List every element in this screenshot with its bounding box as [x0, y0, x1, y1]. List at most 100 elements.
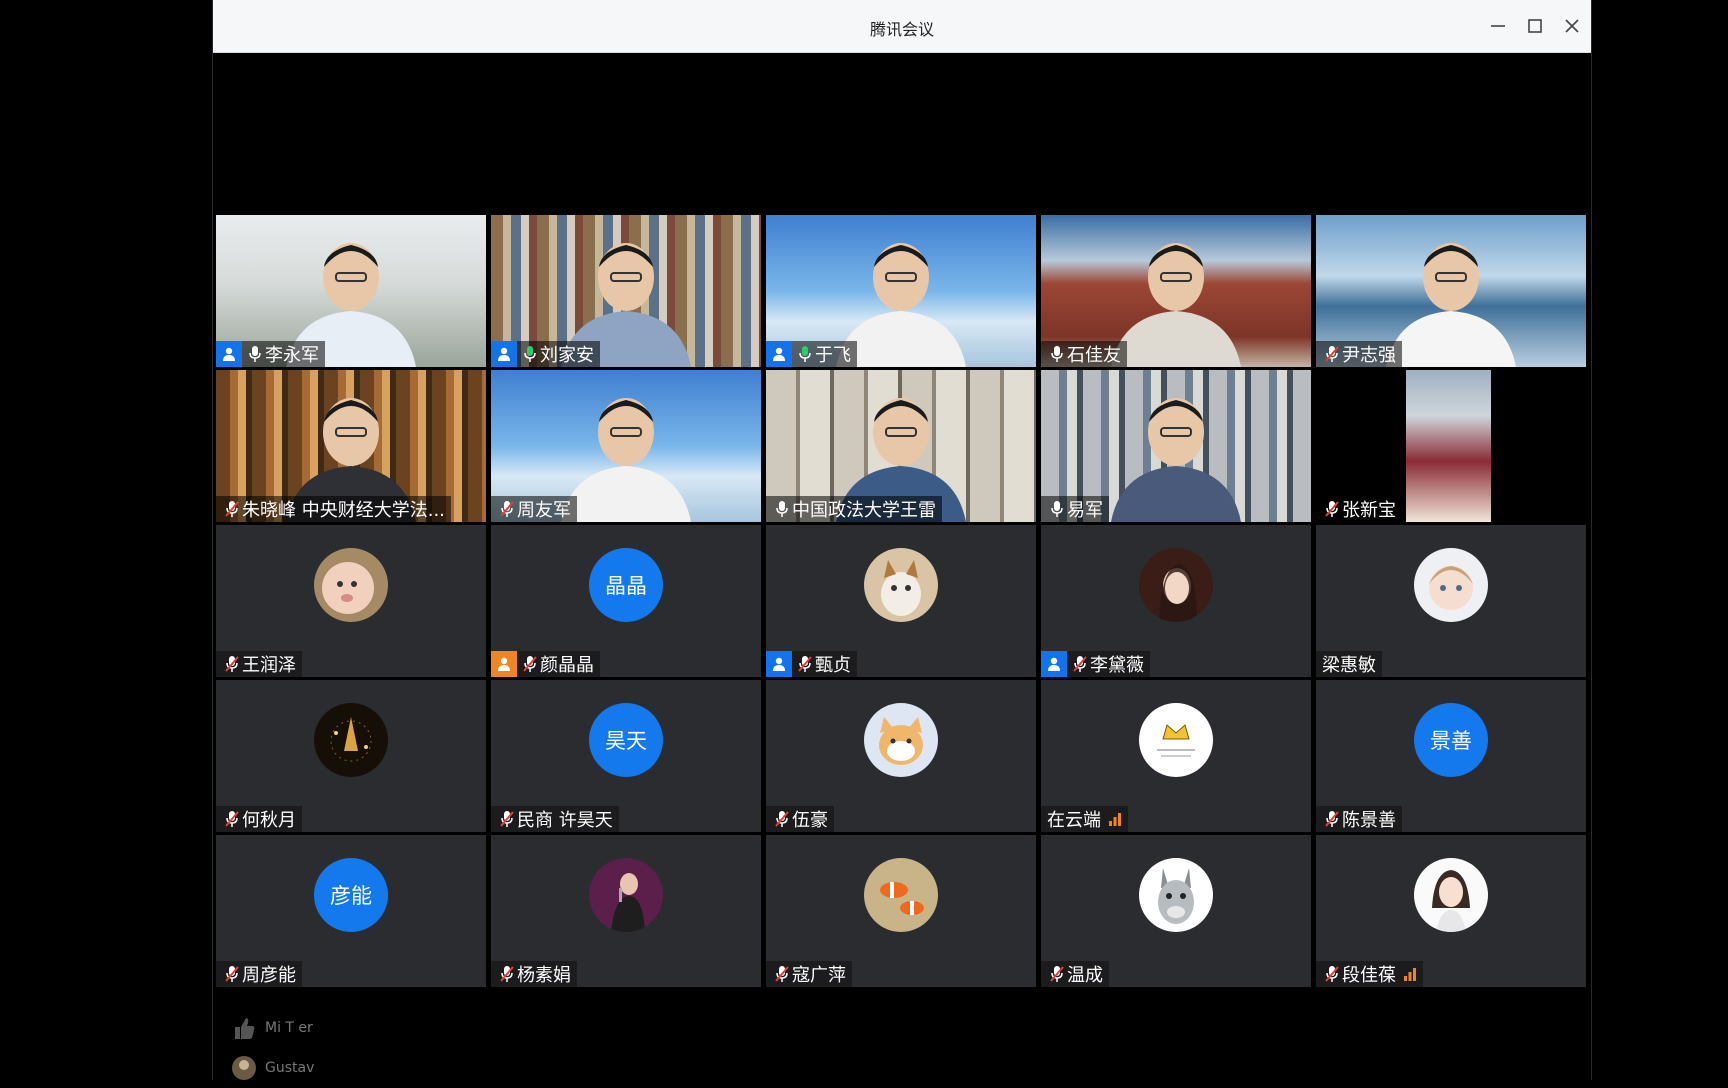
avatar [314, 548, 388, 622]
close-button[interactable] [1561, 15, 1583, 37]
name-label-bar: 李黛薇 [1041, 651, 1150, 677]
participant-name: 王润泽 [242, 655, 296, 676]
participant-name: 张新宝 [1342, 500, 1396, 521]
mic-muted-icon [798, 655, 812, 673]
participant-video [1406, 370, 1491, 522]
name-label-bar: 何秋月 [216, 806, 302, 832]
participant-tile[interactable]: 晶晶颜晶晶 [491, 525, 761, 677]
participant-name: 寇广萍 [792, 965, 846, 986]
participant-tile[interactable]: 何秋月 [216, 680, 486, 832]
participant-tile[interactable]: 中国政法大学王雷 [766, 370, 1036, 522]
host-badge-icon [216, 341, 242, 367]
chat-item: Gustav [231, 1048, 631, 1088]
chat-overlay: Mi T er Gustav [231, 1008, 631, 1088]
mic-muted-icon [500, 810, 514, 828]
name-label-bar: 易军 [1041, 496, 1109, 522]
participant-name: 颜晶晶 [540, 655, 594, 676]
singer-avatar-icon [589, 858, 663, 932]
participant-name: 何秋月 [242, 810, 296, 831]
participant-name: 杨素娟 [517, 965, 571, 986]
participant-tile[interactable]: 尹志强 [1316, 215, 1586, 367]
donkey-avatar-icon [1139, 858, 1213, 932]
avatar-icon [231, 1055, 257, 1081]
participant-tile[interactable]: 杨素娟 [491, 835, 761, 987]
name-label-bar: 陈景善 [1316, 806, 1402, 832]
participant-tile[interactable]: 李永军 [216, 215, 486, 367]
participant-tile[interactable]: 段佳葆 [1316, 835, 1586, 987]
person-icon [773, 657, 785, 671]
mic-muted-icon [1325, 965, 1339, 983]
person-icon [498, 657, 510, 671]
dog-avatar-icon [864, 703, 938, 777]
name-label-bar: 李永军 [216, 341, 325, 367]
name-label-bar: 梁惠敏 [1316, 651, 1382, 677]
participant-tile[interactable]: 刘家安 [491, 215, 761, 367]
participant-tile[interactable]: 彦能 周彦能 [216, 835, 486, 987]
name-label-bar: 伍豪 [766, 806, 834, 832]
participant-tile[interactable]: 梁惠敏 [1316, 525, 1586, 677]
cat-avatar-icon [864, 548, 938, 622]
participant-tile[interactable]: 王润泽 [216, 525, 486, 677]
mic-icon [1050, 500, 1064, 518]
participant-tile[interactable]: 寇广萍 [766, 835, 1036, 987]
chat-item: Mi T er [231, 1008, 631, 1048]
participant-name: 李永军 [265, 345, 319, 366]
avatar [589, 858, 663, 932]
girl-avatar-icon [1414, 858, 1488, 932]
participant-name: 民商 许昊天 [517, 810, 613, 831]
participant-tile[interactable]: 张新宝 [1316, 370, 1586, 522]
participant-tile[interactable]: 景善 陈景善 [1316, 680, 1586, 832]
participant-tile[interactable]: 昊天民商 许昊天 [491, 680, 761, 832]
maximize-icon [1528, 19, 1542, 33]
minimize-button[interactable] [1487, 15, 1509, 37]
participant-tile[interactable]: 于飞 [766, 215, 1036, 367]
avatar [864, 703, 938, 777]
participant-tile[interactable]: 甄贞 [766, 525, 1036, 677]
maximize-button[interactable] [1524, 15, 1546, 37]
avatar [1414, 858, 1488, 932]
mic-muted-icon [500, 965, 514, 983]
participant-tile[interactable]: 在云端 [1041, 680, 1311, 832]
mic-icon [798, 345, 812, 363]
avatar: 昊天 [589, 703, 663, 777]
host-badge-icon [766, 341, 792, 367]
mic-muted-icon [225, 500, 239, 518]
name-label-bar: 在云端 [1041, 806, 1128, 832]
name-label-bar: 石佳友 [1041, 341, 1127, 367]
name-label-bar: 中国政法大学王雷 [766, 496, 942, 522]
participant-name: 温成 [1067, 965, 1103, 986]
participant-name: 于飞 [815, 345, 851, 366]
participant-name: 梁惠敏 [1322, 655, 1376, 676]
avatar [1139, 858, 1213, 932]
person-icon [773, 347, 785, 361]
mic-muted-icon [1325, 810, 1339, 828]
name-label-bar: 周彦能 [216, 961, 302, 987]
baby-avatar-icon [314, 548, 388, 622]
name-label-bar: 寇广萍 [766, 961, 852, 987]
participant-tile[interactable]: 温成 [1041, 835, 1311, 987]
name-label-bar: 民商 许昊天 [491, 806, 619, 832]
title-bar[interactable]: 腾讯会议 [213, 0, 1591, 53]
participant-tile[interactable]: 周友军 [491, 370, 761, 522]
mic-muted-icon [1050, 965, 1064, 983]
avatar [314, 703, 388, 777]
mic-icon [248, 345, 262, 363]
host-badge-icon [766, 651, 792, 677]
host-badge-icon [491, 651, 517, 677]
participant-tile[interactable]: 石佳友 [1041, 215, 1311, 367]
participant-tile[interactable]: 朱晓峰 中央财经大学法... [216, 370, 486, 522]
participant-tile[interactable]: 伍豪 [766, 680, 1036, 832]
mic-icon [523, 345, 537, 363]
participant-tile[interactable]: 李黛薇 [1041, 525, 1311, 677]
minimize-icon [1491, 25, 1505, 27]
participant-tile[interactable]: 易军 [1041, 370, 1311, 522]
participant-name: 中国政法大学王雷 [792, 500, 936, 521]
sparkle-avatar-icon [314, 703, 388, 777]
signal-bars-icon [1109, 813, 1121, 826]
name-label-bar: 尹志强 [1316, 341, 1402, 367]
mic-muted-icon [225, 965, 239, 983]
name-label-bar: 张新宝 [1316, 496, 1402, 522]
participant-name: 甄贞 [815, 655, 851, 676]
avatar: 晶晶 [589, 548, 663, 622]
mic-icon [1050, 345, 1064, 363]
